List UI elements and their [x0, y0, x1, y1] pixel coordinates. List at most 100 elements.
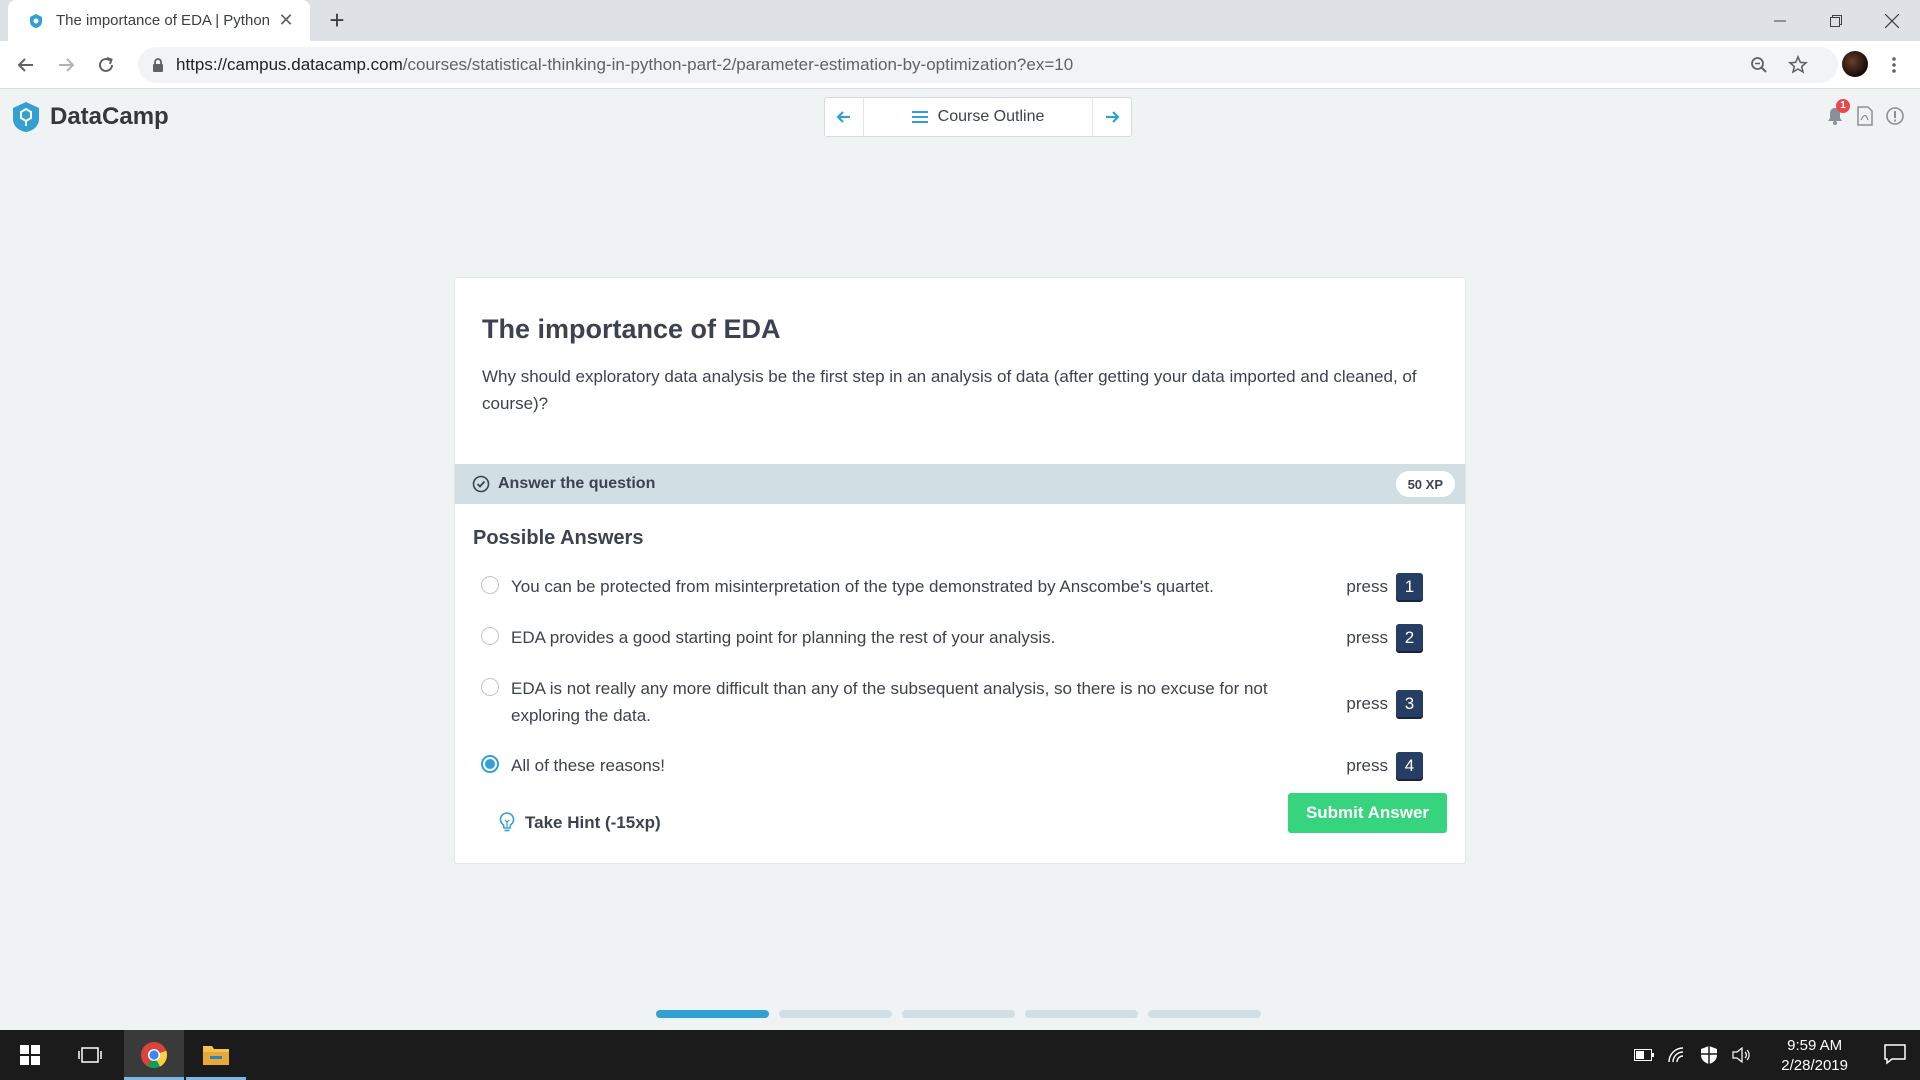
start-button[interactable] — [0, 1030, 60, 1080]
url-text: https://campus.datacamp.com/courses/stat… — [176, 55, 1073, 75]
answer-option-3[interactable]: EDA is not really any more difficult tha… — [481, 675, 1451, 729]
browser-toolbar: https://campus.datacamp.com/courses/stat… — [0, 41, 1920, 89]
reload-button[interactable] — [90, 49, 122, 81]
close-window-button[interactable] — [1864, 0, 1920, 41]
radio-button[interactable] — [481, 627, 499, 645]
forward-arrow-icon — [59, 58, 75, 72]
pager-segment[interactable] — [656, 1010, 769, 1018]
wifi-icon[interactable] — [1668, 1047, 1686, 1063]
task-view-button[interactable] — [60, 1030, 120, 1080]
task-view-icon — [78, 1047, 102, 1063]
task-bar: Answer the question 50 XP — [455, 464, 1465, 504]
course-nav: Course Outline — [824, 97, 1132, 137]
pager-segment[interactable] — [902, 1010, 1015, 1018]
close-icon — [1885, 13, 1899, 28]
radio-button[interactable] — [481, 755, 499, 773]
pager-segment[interactable] — [779, 1010, 892, 1018]
hint-label: Take Hint (-15xp) — [525, 813, 661, 832]
exercise-title: The importance of EDA — [482, 314, 781, 344]
pdf-icon — [1857, 106, 1873, 126]
chrome-menu-button[interactable] — [1878, 49, 1910, 81]
exercise-question: Why should exploratory data analysis be … — [482, 367, 1417, 413]
previous-exercise-button[interactable] — [825, 98, 863, 136]
radio-button[interactable] — [481, 678, 499, 696]
tab-close-icon[interactable]: ✕ — [276, 10, 296, 31]
arrow-left-icon — [836, 111, 850, 123]
answer-option-text: You can be protected from misinterpretat… — [511, 577, 1214, 596]
volume-icon[interactable] — [1732, 1047, 1750, 1063]
take-hint-button[interactable]: Take Hint (-15xp) — [499, 812, 661, 834]
answer-option-1[interactable]: You can be protected from misinterpretat… — [481, 573, 1451, 600]
exercise-card: The importance of EDA Why should explora… — [454, 277, 1466, 864]
windows-taskbar: 9:59 AM 2/28/2019 — [0, 1030, 1920, 1080]
clock-time: 9:59 AM — [1787, 1037, 1843, 1054]
minimize-button[interactable] — [1752, 0, 1808, 41]
new-tab-button[interactable]: + — [322, 6, 352, 36]
shortcut-key: 4 — [1396, 752, 1423, 779]
answer-option-text: EDA provides a good starting point for p… — [511, 628, 1056, 647]
xp-badge: 50 XP — [1395, 471, 1455, 497]
system-tray — [1634, 1030, 1750, 1080]
shield-icon[interactable] — [1700, 1045, 1718, 1065]
check-circle-icon — [472, 475, 490, 493]
shortcut-key: 1 — [1396, 573, 1423, 600]
press-label: press — [1346, 576, 1388, 596]
lock-icon — [153, 58, 163, 72]
restore-icon — [1830, 14, 1842, 27]
windows-logo-icon — [20, 1045, 40, 1065]
pager-segment[interactable] — [1025, 1010, 1138, 1018]
pager-segment[interactable] — [1148, 1010, 1261, 1018]
menu-icon — [911, 111, 928, 123]
lightbulb-icon — [499, 812, 515, 832]
notifications-button[interactable]: 1 — [1824, 99, 1850, 127]
reload-icon — [99, 57, 113, 72]
radio-button[interactable] — [481, 576, 499, 594]
battery-icon[interactable] — [1634, 1049, 1654, 1061]
slides-pdf-button[interactable] — [1854, 105, 1876, 127]
back-button[interactable] — [10, 49, 42, 81]
possible-answers-title: Possible Answers — [473, 527, 644, 549]
datacamp-logo[interactable]: DataCamp — [10, 101, 169, 133]
bookmark-star-icon[interactable] — [1788, 55, 1808, 80]
datacamp-logo-icon — [13, 102, 39, 132]
restore-button[interactable] — [1808, 0, 1864, 41]
alert-circle-icon — [1886, 107, 1904, 125]
profile-avatar[interactable] — [1842, 51, 1868, 77]
folder-icon — [203, 1046, 229, 1065]
logo-text: DataCamp — [50, 103, 169, 130]
browser-tab[interactable]: The importance of EDA | Python ✕ — [8, 0, 310, 41]
taskbar-chrome[interactable] — [124, 1030, 184, 1080]
taskbar-file-explorer[interactable] — [186, 1030, 246, 1080]
submit-answer-button[interactable]: Submit Answer — [1288, 793, 1447, 833]
forward-button[interactable] — [50, 49, 82, 81]
radio-dot — [485, 759, 495, 769]
arrow-right-icon — [1106, 111, 1120, 123]
taskbar-clock[interactable]: 9:59 AM 2/28/2019 — [1781, 1036, 1848, 1076]
keyboard-shortcut: press 2 — [1346, 624, 1423, 651]
report-issue-button[interactable] — [1884, 105, 1906, 127]
url-host: https://campus.datacamp.com — [176, 55, 403, 74]
shortcut-key: 3 — [1396, 690, 1423, 717]
back-arrow-icon — [17, 58, 33, 72]
task-label: Answer the question — [498, 475, 656, 492]
chrome-icon — [141, 1042, 168, 1069]
answer-option-2[interactable]: EDA provides a good starting point for p… — [481, 624, 1451, 651]
keyboard-shortcut: press 4 — [1346, 752, 1423, 779]
tab-title: The importance of EDA | Python — [56, 12, 271, 29]
press-label: press — [1346, 693, 1388, 713]
keyboard-shortcut: press 1 — [1346, 573, 1423, 600]
clock-date: 2/28/2019 — [1781, 1057, 1848, 1074]
address-bar[interactable]: https://campus.datacamp.com/courses/stat… — [138, 47, 1838, 83]
zoom-icon[interactable] — [1750, 56, 1768, 79]
course-outline-button[interactable]: Course Outline — [863, 98, 1093, 136]
press-label: press — [1346, 627, 1388, 647]
browser-tab-strip: The importance of EDA | Python ✕ + — [0, 0, 1920, 41]
answer-option-4[interactable]: All of these reasons! press 4 — [481, 752, 1451, 779]
next-exercise-button[interactable] — [1093, 98, 1131, 136]
press-label: press — [1346, 755, 1388, 775]
action-center-button[interactable] — [1884, 1043, 1906, 1070]
app-header: DataCamp Course Outline 1 — [0, 89, 1920, 145]
answer-option-text: EDA is not really any more difficult tha… — [511, 679, 1268, 725]
exercise-pager — [656, 1010, 1261, 1018]
keyboard-shortcut: press 3 — [1346, 690, 1423, 717]
